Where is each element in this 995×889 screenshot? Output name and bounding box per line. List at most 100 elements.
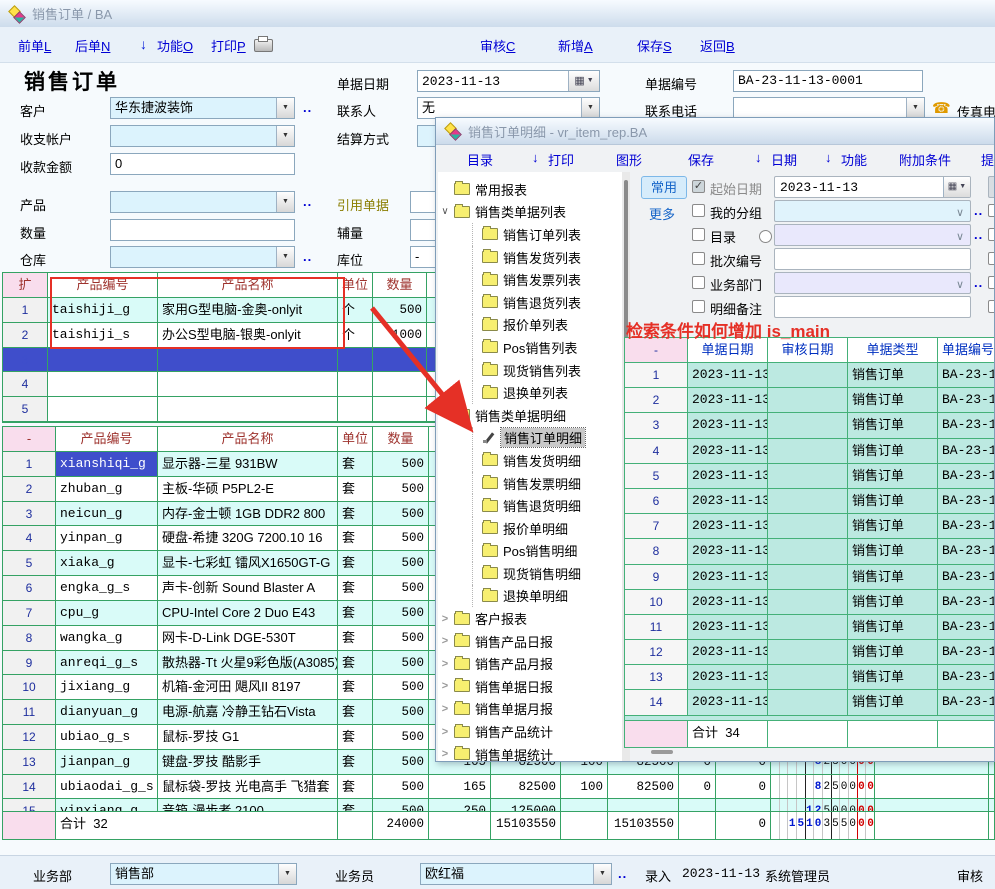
row-number[interactable]: 15 — [3, 799, 56, 811]
product-name-cell[interactable]: 硬盘-希捷 320G 7200.10 16 — [158, 526, 338, 550]
product-lookup-dots[interactable]: .. — [303, 194, 312, 209]
row-number[interactable]: 5 — [3, 551, 56, 575]
product-code-cell[interactable]: xiaka_g — [56, 551, 158, 575]
unit-cell[interactable]: 套 — [338, 626, 373, 650]
doc-no-cell[interactable]: BA-23-11-1 — [938, 565, 995, 589]
product-code-cell[interactable]: zhuban_g — [56, 477, 158, 501]
report-row[interactable]: 102023-11-13销售订单BA-23-11-1 — [625, 590, 995, 615]
functions-button[interactable]: 功能O — [157, 36, 193, 55]
catalog-button[interactable]: 目录 — [467, 150, 493, 169]
doc-date-cell[interactable]: 2023-11-13 — [688, 539, 768, 563]
row-number[interactable]: 7 — [3, 601, 56, 625]
doc-no-cell[interactable]: BA-23-11-1 — [938, 388, 995, 412]
popup-titlebar[interactable]: 销售订单明细 - vr_item_rep.BA — [436, 118, 994, 145]
quantity-cell[interactable]: 500 — [373, 799, 429, 811]
row-number[interactable]: 1 — [3, 452, 56, 476]
product-name-cell[interactable]: 声卡-创新 Sound Blaster A — [158, 576, 338, 600]
contact-field[interactable]: 无▼ — [417, 97, 600, 119]
row-number[interactable]: 7 — [625, 514, 688, 538]
quantity-cell[interactable]: 500 — [373, 601, 429, 625]
report-row[interactable]: 92023-11-13销售订单BA-23-11-1 — [625, 565, 995, 590]
row-number[interactable]: 11 — [3, 700, 56, 724]
chevron-down-icon[interactable]: ▼ — [276, 98, 294, 118]
row-number[interactable]: 12 — [3, 725, 56, 749]
audit-date-cell[interactable] — [768, 615, 848, 639]
my-group-checkbox[interactable] — [692, 204, 705, 217]
doc-date-cell[interactable]: 2023-11-13 — [688, 464, 768, 488]
quantity-cell[interactable]: 500 — [373, 477, 429, 501]
calendar-icon[interactable]: ▦▼ — [568, 71, 599, 91]
amount-cell[interactable]: 125000 — [491, 799, 561, 811]
doc-no-cell[interactable]: BA-23-11-1 — [938, 539, 995, 563]
chevron-down-icon[interactable]: ▼ — [276, 192, 294, 212]
catalog-field[interactable]: ∨ — [774, 224, 971, 246]
table-row[interactable]: 15yinxiang_g音箱-漫步者 2100套5002501250001250… — [3, 799, 994, 812]
row-number[interactable]: 13 — [3, 750, 56, 774]
chevron-collapsed-icon[interactable]: > — [438, 613, 452, 625]
tree-item-label[interactable]: 退换单明细 — [503, 586, 568, 605]
doc-date-field[interactable]: 2023-11-13 ▦▼ — [417, 70, 600, 92]
product-name-cell[interactable]: 显卡-七彩虹 镭风X1650GT-G — [158, 551, 338, 575]
unit-cell[interactable]: 套 — [338, 799, 373, 811]
product-code-cell[interactable]: xianshiqi_g — [56, 452, 158, 476]
row-number[interactable]: 10 — [3, 675, 56, 699]
chevron-expanded-icon[interactable]: ∨ — [438, 206, 452, 217]
print-button[interactable]: 打印P — [211, 36, 246, 55]
tax-amount-cell[interactable] — [716, 799, 771, 811]
tree-item[interactable]: >销售产品日报 — [438, 630, 622, 653]
audit-date-cell[interactable] — [768, 590, 848, 614]
row-number[interactable]: 4 — [625, 439, 688, 463]
tree-item[interactable]: 销售发货明细 — [438, 449, 622, 472]
tree-item-label[interactable]: 销售单据月报 — [475, 699, 553, 718]
tree-item[interactable]: ∨ 销售类单据列表 — [438, 201, 622, 224]
product-code-cell[interactable]: yinpan_g — [56, 526, 158, 550]
row-number[interactable]: 4 — [3, 526, 56, 550]
tree-item-label[interactable]: 退换单列表 — [503, 383, 568, 402]
quantity-cell[interactable]: 500 — [373, 651, 429, 675]
tree-item-label[interactable]: 报价单列表 — [503, 315, 568, 334]
product-code-cell[interactable]: engka_g_s — [56, 576, 158, 600]
report-row[interactable]: 132023-11-13销售订单BA-23-11-1 — [625, 665, 995, 690]
tree-item-label[interactable]: 销售单据日报 — [475, 677, 553, 696]
tree-item[interactable]: 销售订单列表 — [438, 223, 622, 246]
doc-no-cell[interactable]: BA-23-11-1 — [938, 665, 995, 689]
unit-cell[interactable]: 套 — [338, 700, 373, 724]
report-row[interactable]: 72023-11-13销售订单BA-23-11-1 — [625, 514, 995, 539]
quantity-field[interactable] — [110, 219, 295, 241]
row-number[interactable]: 6 — [625, 489, 688, 513]
tree-item-label[interactable]: 销售单据统计 — [475, 745, 553, 762]
unit-cell[interactable]: 套 — [338, 502, 373, 526]
unit-cell[interactable]: 套 — [338, 651, 373, 675]
doc-type-cell[interactable]: 销售订单 — [848, 489, 938, 513]
quantity-cell[interactable]: 500 — [373, 675, 429, 699]
doc-date-cell[interactable]: 2023-11-13 — [688, 615, 768, 639]
clipped-button[interactable] — [988, 176, 995, 198]
product-name-cell[interactable] — [158, 348, 338, 372]
quantity-cell[interactable]: 500 — [373, 626, 429, 650]
quantity-cell[interactable]: 500 — [373, 452, 429, 476]
person-field[interactable]: 欧红福▼ — [420, 863, 612, 885]
amount2-cell[interactable] — [608, 799, 679, 811]
tree-item-label[interactable]: 销售发货列表 — [503, 248, 581, 267]
price-cell[interactable]: 250 — [429, 799, 491, 811]
doc-type-cell[interactable]: 销售订单 — [848, 388, 938, 412]
chevron-down-icon[interactable]: ▼ — [276, 247, 294, 267]
row-number[interactable]: 1 — [625, 363, 688, 387]
doc-no-cell[interactable]: BA-23-11-1 — [938, 464, 995, 488]
tree-item-label[interactable]: 销售类单据列表 — [475, 202, 566, 221]
chevron-collapsed-icon[interactable]: > — [438, 635, 452, 647]
clipped-checkbox[interactable] — [988, 204, 995, 217]
chevron-collapsed-icon[interactable]: > — [438, 658, 452, 670]
my-group-field[interactable]: ∨ — [774, 200, 971, 222]
tree-item-label[interactable]: 客户报表 — [475, 609, 527, 628]
doc-date-cell[interactable]: 2023-11-13 — [688, 565, 768, 589]
save-button[interactable]: 保存 — [688, 150, 714, 169]
unit-cell[interactable]: 套 — [338, 750, 373, 774]
chevron-down-icon[interactable]: ▼ — [581, 98, 599, 118]
chevron-collapsed-icon[interactable]: > — [438, 726, 452, 738]
chevron-down-icon[interactable]: ▼ — [278, 864, 296, 884]
chevron-collapsed-icon[interactable]: > — [438, 748, 452, 760]
main-titlebar[interactable]: 销售订单 / BA — [0, 0, 995, 28]
lookup-dots[interactable]: .. — [974, 275, 983, 290]
product-code-cell[interactable] — [48, 372, 158, 396]
